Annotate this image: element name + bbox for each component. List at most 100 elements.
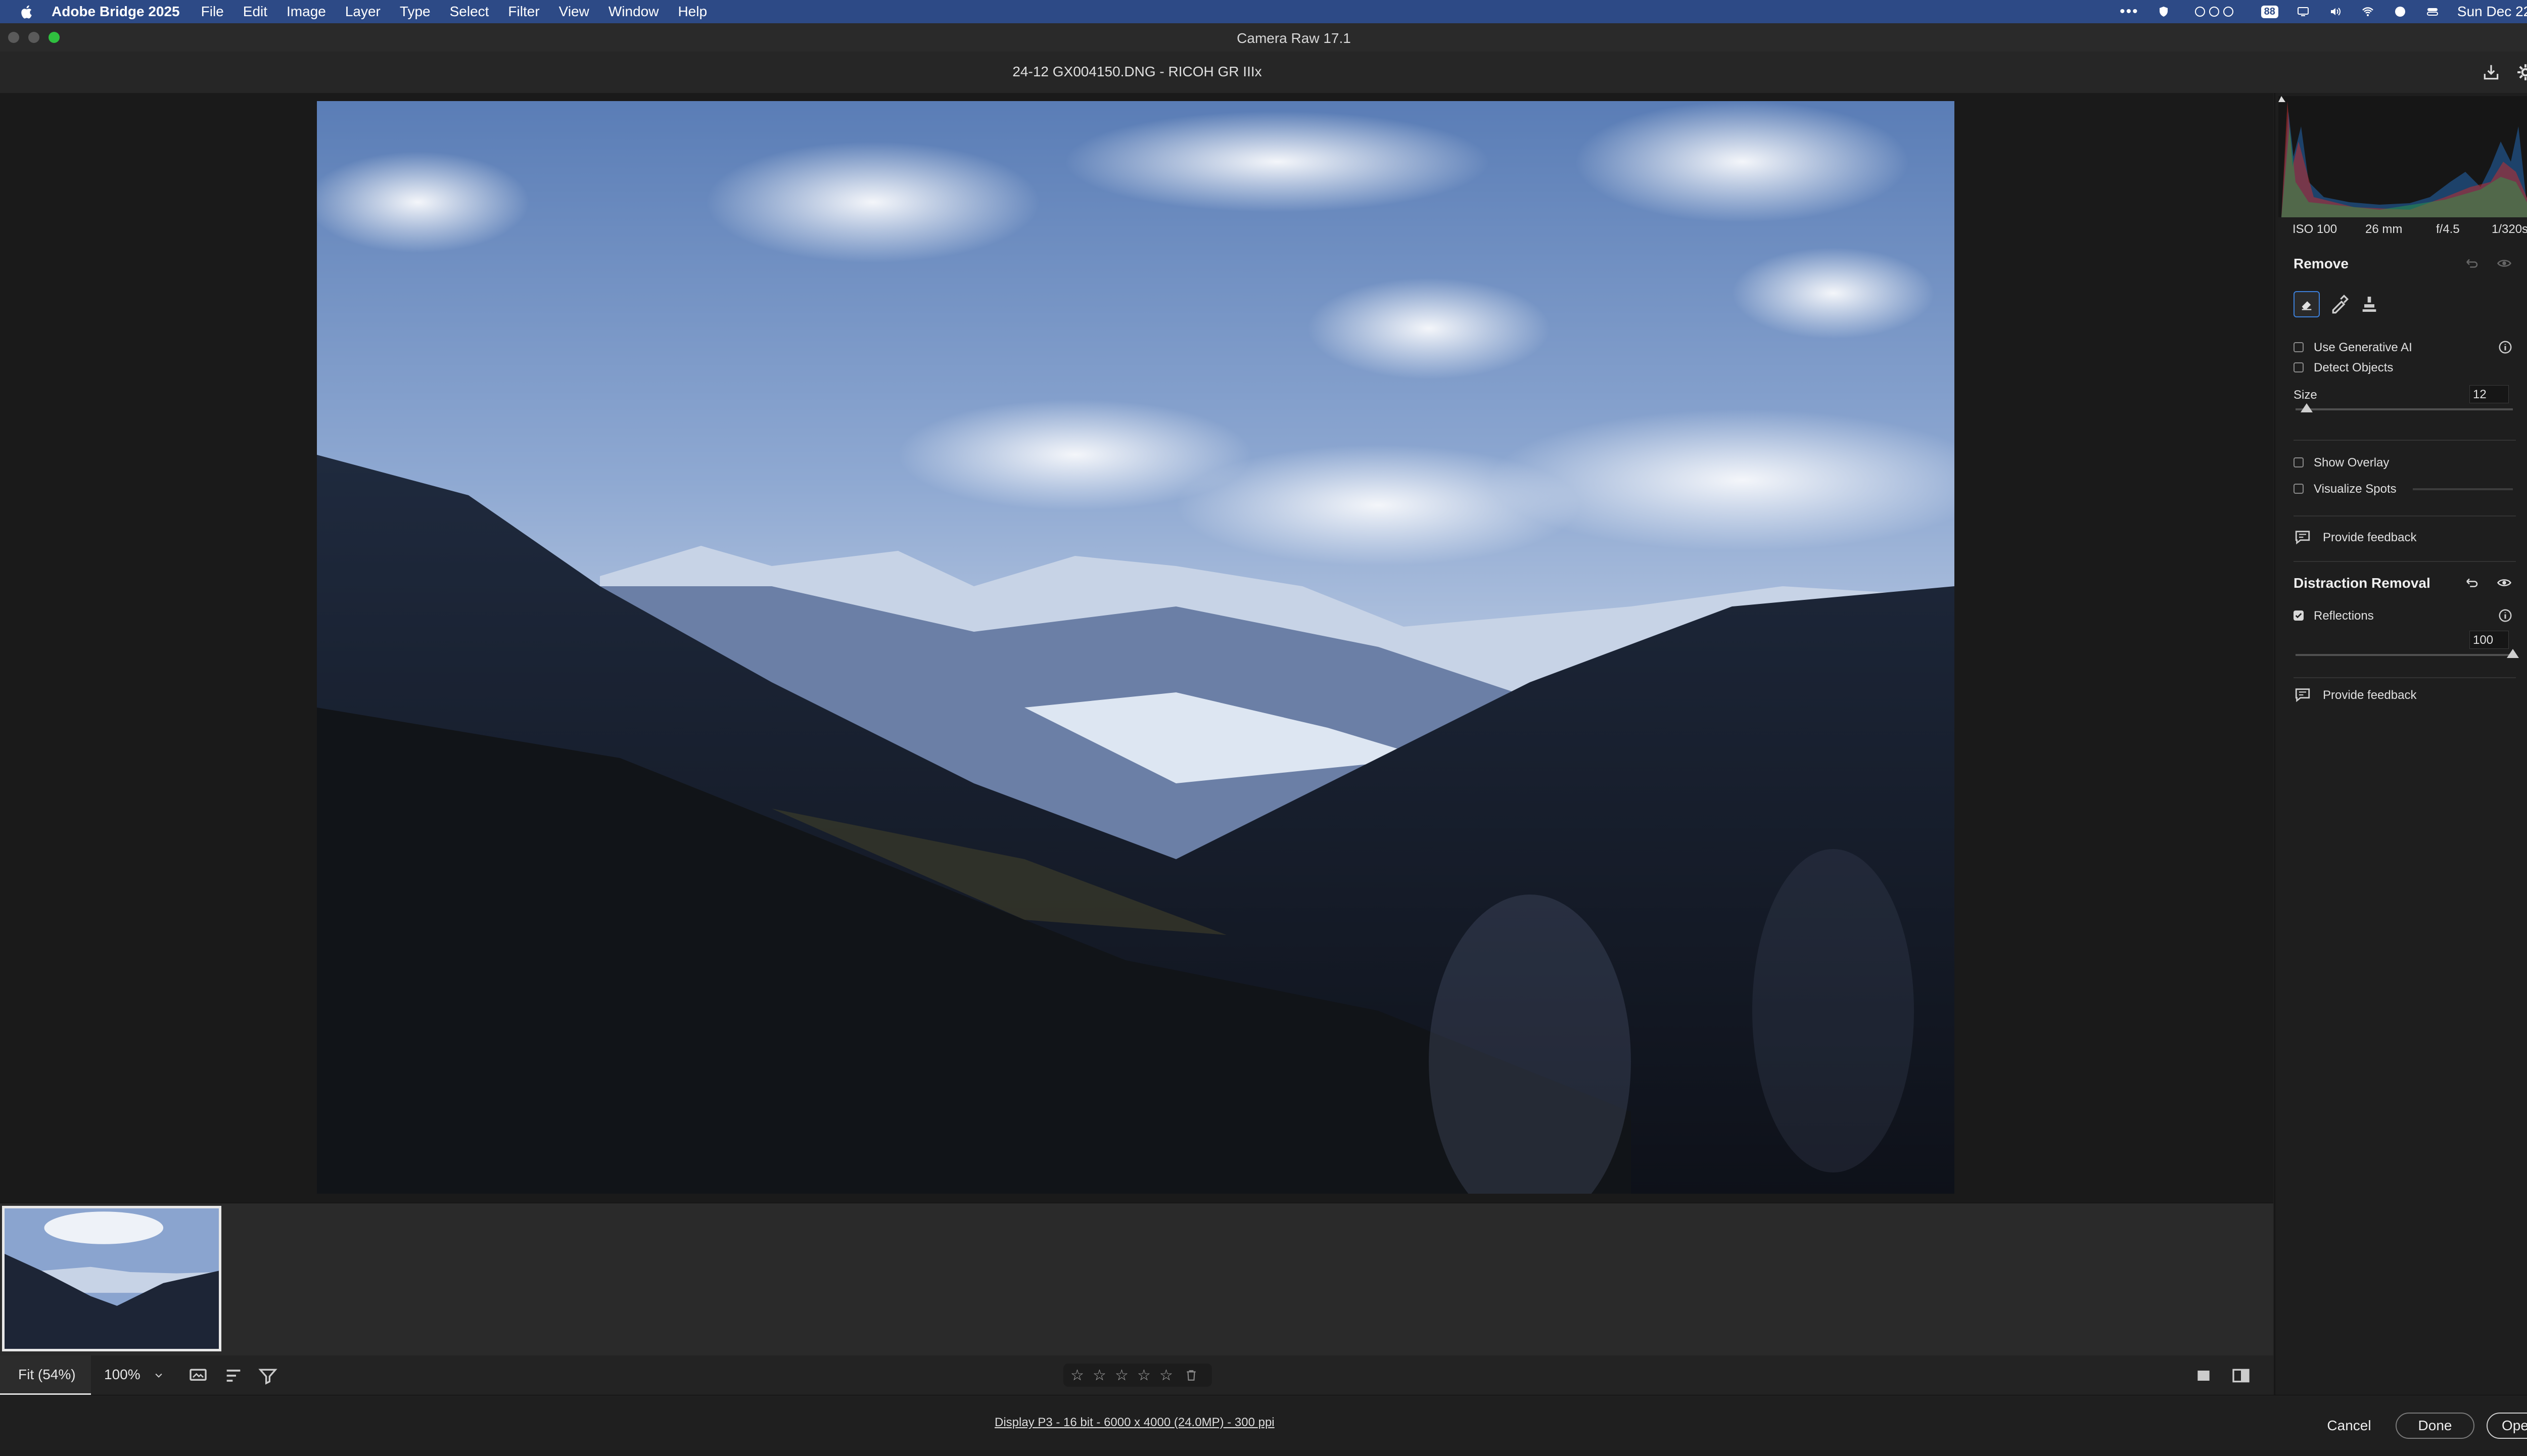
status-bar: Display P3 - 16 bit - 6000 x 4000 (24.0M… bbox=[0, 1395, 2527, 1456]
remove-feedback-link[interactable]: Provide feedback bbox=[2323, 531, 2416, 545]
visualize-spots-checkbox[interactable] bbox=[2294, 484, 2304, 494]
distraction-feedback-link[interactable]: Provide feedback bbox=[2323, 688, 2416, 702]
exif-aperture: f/4.5 bbox=[2436, 222, 2460, 236]
fit-zoom-label: Fit (54%) bbox=[18, 1367, 76, 1382]
histogram bbox=[2278, 96, 2527, 217]
visualize-spots-slider[interactable] bbox=[2413, 488, 2513, 490]
menu-help[interactable]: Help bbox=[678, 4, 707, 20]
eye-icon[interactable] bbox=[2497, 575, 2512, 590]
battery-badge: 88 bbox=[2261, 5, 2278, 18]
filmstrip-view-icon[interactable] bbox=[188, 1366, 208, 1386]
before-after-icon[interactable] bbox=[2231, 1366, 2251, 1386]
menu-type[interactable]: Type bbox=[400, 4, 431, 20]
clone-stamp-icon[interactable] bbox=[2359, 294, 2379, 314]
shield-icon[interactable] bbox=[2156, 6, 2171, 18]
use-generative-ai-label: Use Generative AI bbox=[2314, 341, 2412, 354]
star-1-icon[interactable]: ☆ bbox=[1070, 1367, 1084, 1384]
window-title: Camera Raw 17.1 bbox=[1237, 30, 1351, 46]
menu-filter[interactable]: Filter bbox=[508, 4, 539, 20]
document-title: 24-12 GX004150.DNG - RICOH GR IIIx bbox=[1012, 64, 1262, 79]
done-label: Done bbox=[2418, 1418, 2452, 1433]
info-icon[interactable] bbox=[2498, 608, 2513, 623]
remove-tool-button[interactable] bbox=[2294, 291, 2320, 317]
main-photo[interactable] bbox=[317, 101, 1954, 1194]
filmstrip-thumbnail[interactable] bbox=[2, 1206, 221, 1351]
menu-edit[interactable]: Edit bbox=[243, 4, 267, 20]
open-button[interactable]: Open bbox=[2487, 1413, 2527, 1439]
control-center-icon[interactable] bbox=[2425, 6, 2440, 18]
reset-icon[interactable] bbox=[2464, 256, 2479, 271]
reflections-label: Reflections bbox=[2314, 609, 2374, 623]
filter-icon[interactable] bbox=[258, 1366, 278, 1386]
remove-title: Remove bbox=[2294, 256, 2349, 271]
divider bbox=[2294, 677, 2516, 678]
workflow-options-link[interactable]: Display P3 - 16 bit - 6000 x 4000 (24.0M… bbox=[995, 1416, 1275, 1430]
open-label: Open bbox=[2502, 1418, 2527, 1433]
zoom-100-button[interactable]: 100% bbox=[104, 1367, 141, 1383]
mac-menubar: Adobe Bridge 2025 File Edit Image Layer … bbox=[0, 0, 2527, 23]
more-icon[interactable]: ••• bbox=[2120, 3, 2139, 20]
trash-icon[interactable] bbox=[1185, 1369, 1198, 1382]
use-generative-ai-checkbox[interactable] bbox=[2294, 342, 2304, 352]
menu-image[interactable]: Image bbox=[287, 4, 326, 20]
reset-icon[interactable] bbox=[2464, 575, 2479, 590]
divider bbox=[2294, 515, 2516, 516]
reflections-slider-thumb[interactable] bbox=[2507, 649, 2519, 658]
star-2-icon[interactable]: ☆ bbox=[1093, 1367, 1106, 1384]
menu-view[interactable]: View bbox=[559, 4, 589, 20]
feedback-icon[interactable] bbox=[2294, 529, 2312, 546]
eraser-icon bbox=[2302, 301, 2312, 310]
reflections-slider-track[interactable] bbox=[2296, 654, 2513, 656]
edit-panel bbox=[2274, 93, 2527, 1395]
status-rings-icon[interactable] bbox=[2188, 6, 2244, 18]
gear-icon[interactable] bbox=[2516, 63, 2527, 82]
apple-icon[interactable] bbox=[20, 4, 34, 19]
size-slider-thumb[interactable] bbox=[2300, 403, 2313, 412]
window-titlebar: Camera Raw 17.1 bbox=[0, 23, 2527, 52]
reflections-checkbox[interactable] bbox=[2294, 610, 2304, 621]
divider bbox=[2294, 440, 2516, 441]
exif-focal: 26 mm bbox=[2365, 222, 2403, 236]
chevron-down-icon[interactable] bbox=[154, 1371, 164, 1381]
sort-icon[interactable] bbox=[223, 1366, 244, 1386]
volume-icon[interactable] bbox=[2328, 6, 2343, 18]
heal-tool-icon[interactable] bbox=[2329, 294, 2349, 314]
star-4-icon[interactable]: ☆ bbox=[1137, 1367, 1151, 1384]
star-3-icon[interactable]: ☆ bbox=[1115, 1367, 1129, 1384]
exif-iso: ISO 100 bbox=[2292, 222, 2337, 236]
rating-bar: ☆ ☆ ☆ ☆ ☆ bbox=[1063, 1364, 1212, 1387]
save-image-icon[interactable] bbox=[2482, 63, 2501, 82]
done-button[interactable]: Done bbox=[2396, 1413, 2474, 1439]
menu-file[interactable]: File bbox=[201, 4, 224, 20]
eye-icon[interactable] bbox=[2497, 256, 2512, 271]
fit-zoom-button[interactable]: Fit (54%) bbox=[0, 1355, 91, 1395]
menu-window[interactable]: Window bbox=[609, 4, 659, 20]
star-5-icon[interactable]: ☆ bbox=[1159, 1367, 1173, 1384]
distraction-removal-title: Distraction Removal bbox=[2294, 575, 2430, 591]
size-label: Size bbox=[2294, 388, 2317, 402]
size-value-field[interactable]: 12 bbox=[2469, 385, 2509, 403]
show-overlay-label: Show Overlay bbox=[2314, 456, 2390, 469]
filmstrip bbox=[0, 1203, 2273, 1356]
bottom-toolbar: Fit (54%) 100% ☆ ☆ ☆ ☆ ☆ bbox=[0, 1355, 2273, 1395]
exif-shutter: 1/320s bbox=[2492, 222, 2527, 236]
display-icon[interactable] bbox=[2296, 6, 2311, 18]
menu-select[interactable]: Select bbox=[450, 4, 489, 20]
wifi-icon[interactable] bbox=[2360, 6, 2375, 18]
show-overlay-checkbox[interactable] bbox=[2294, 457, 2304, 467]
menubar-clock[interactable]: Sun Dec 22 11:29 bbox=[2457, 4, 2527, 20]
cancel-label: Cancel bbox=[2327, 1418, 2371, 1433]
visualize-spots-label: Visualize Spots bbox=[2314, 482, 2397, 496]
reflections-value-field[interactable]: 100 bbox=[2469, 631, 2509, 649]
feedback-icon[interactable] bbox=[2294, 686, 2312, 703]
cancel-button[interactable]: Cancel bbox=[2305, 1413, 2394, 1439]
detect-objects-label: Detect Objects bbox=[2314, 361, 2394, 374]
info-icon[interactable] bbox=[2498, 340, 2513, 355]
app-menu[interactable]: Adobe Bridge 2025 bbox=[52, 4, 180, 20]
single-view-icon[interactable] bbox=[2193, 1366, 2214, 1386]
document-bar: 24-12 GX004150.DNG - RICOH GR IIIx bbox=[0, 52, 2527, 93]
menu-layer[interactable]: Layer bbox=[345, 4, 381, 20]
size-slider-track[interactable] bbox=[2296, 408, 2513, 410]
detect-objects-checkbox[interactable] bbox=[2294, 362, 2304, 372]
user-icon[interactable] bbox=[2393, 6, 2408, 18]
